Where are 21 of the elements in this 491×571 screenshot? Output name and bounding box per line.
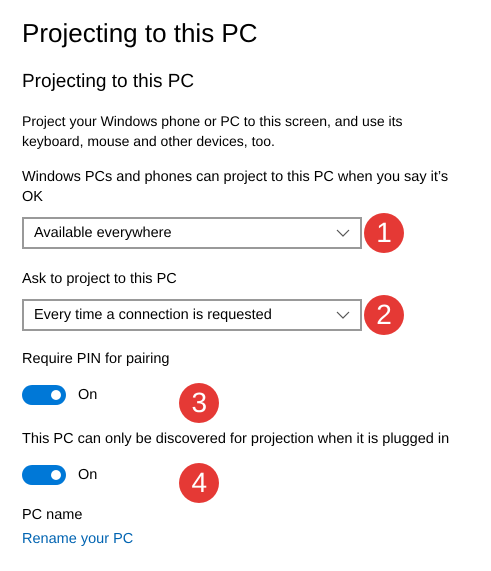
section-title: Projecting to this PC [22,71,196,93]
setting-label: Require PIN for pairing [22,350,170,369]
toggle-state-text: On [78,387,98,403]
setting-label: This PC can only be discovered for projection when it is plugged in [22,430,450,449]
number-badge: 1 [364,213,404,253]
rename-link[interactable]: Rename your PC [22,531,134,547]
pc-name-label: PC name [22,507,84,523]
toggle-switch[interactable] [22,465,66,485]
page-title: Projecting to this PC [22,18,259,49]
toggle-state-text: On [78,467,98,483]
setting-label: Ask to project to this PC [22,270,178,289]
description: Project your Windows phone or PC to this screen, and use its keyboard, mouse and other devices, too. [22,112,404,151]
number-badge: 2 [364,295,404,335]
number-badge: 3 [179,383,220,423]
dropdown[interactable]: Available everywhere [22,217,362,249]
setting-label: Windows PCs and phones can project to this PC when you say it’s OK [22,168,450,207]
toggle-switch[interactable] [22,385,66,405]
dropdown[interactable]: Every time a connection is requested [22,299,362,331]
chevron-down-icon [336,311,350,319]
chevron-down-icon [336,229,350,237]
number-badge: 4 [179,463,220,503]
